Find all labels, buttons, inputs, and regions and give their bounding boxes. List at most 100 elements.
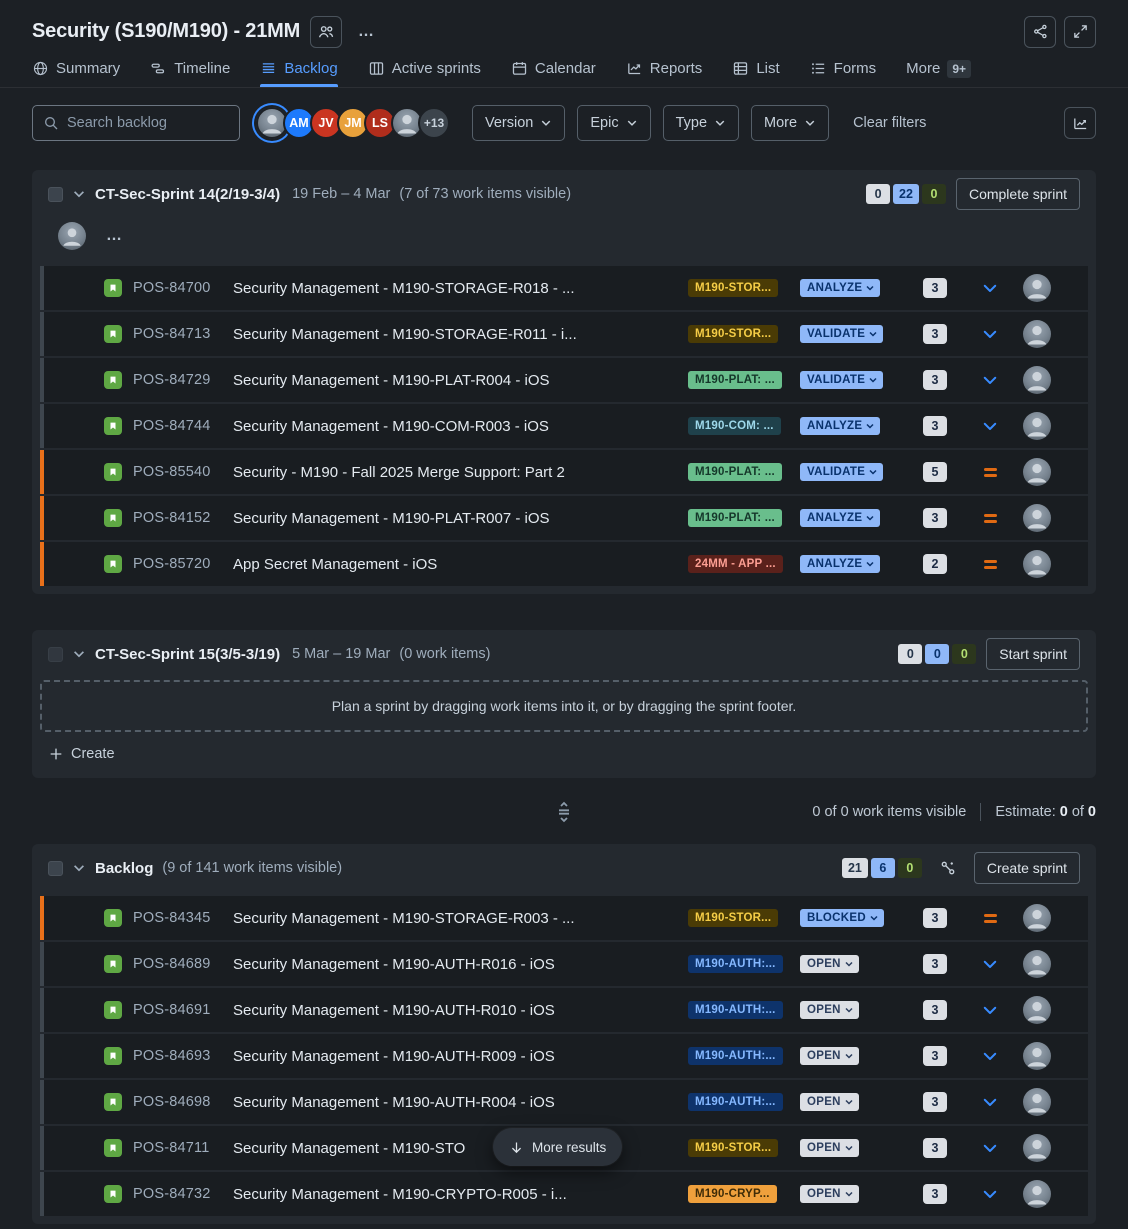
estimate-badge[interactable]: 3 xyxy=(923,1046,947,1066)
tab-list[interactable]: List xyxy=(732,50,779,87)
status-dropdown[interactable]: OPEN xyxy=(800,1047,859,1065)
type-filter-dropdown[interactable]: Type xyxy=(663,105,739,141)
complete-sprint-button[interactable]: Complete sprint xyxy=(956,178,1080,210)
status-dropdown[interactable]: ANALYZE xyxy=(800,417,880,435)
issue-summary[interactable]: Security Management - M190-PLAT-R007 - i… xyxy=(233,510,688,527)
assignee-avatar[interactable] xyxy=(1023,366,1051,394)
share-button[interactable] xyxy=(1024,16,1056,48)
backlog-collapse-chevron[interactable] xyxy=(72,861,86,875)
more-filter-dropdown[interactable]: More xyxy=(751,105,829,141)
sprint-15-collapse-chevron[interactable] xyxy=(72,647,86,661)
status-dropdown[interactable]: OPEN xyxy=(800,955,859,973)
status-dropdown[interactable]: ANALYZE xyxy=(800,509,880,527)
estimate-badge[interactable]: 3 xyxy=(923,370,947,390)
search-input[interactable] xyxy=(67,115,229,131)
epic-filter-dropdown[interactable]: Epic xyxy=(577,105,650,141)
start-sprint-button[interactable]: Start sprint xyxy=(986,638,1080,670)
create-issue-button[interactable]: Create xyxy=(32,732,1096,778)
issue-summary[interactable]: Security Management - M190-AUTH-R016 - i… xyxy=(233,956,688,973)
status-dropdown[interactable]: BLOCKED xyxy=(800,909,884,927)
assignee-avatar[interactable] xyxy=(1023,504,1051,532)
workflow-button[interactable] xyxy=(932,852,964,884)
sprint-assignee-avatar[interactable] xyxy=(58,222,86,250)
issue-summary[interactable]: Security - M190 - Fall 2025 Merge Suppor… xyxy=(233,464,688,481)
insights-button[interactable] xyxy=(1064,107,1096,139)
epic-tag[interactable]: M190-AUTH:... xyxy=(688,1047,783,1065)
estimate-badge[interactable]: 3 xyxy=(923,324,947,344)
estimate-badge[interactable]: 3 xyxy=(923,1092,947,1112)
issue-row[interactable]: POS-85720 App Secret Management - iOS 24… xyxy=(40,542,1088,586)
assignee-avatar[interactable] xyxy=(1023,274,1051,302)
status-dropdown[interactable]: ANALYZE xyxy=(800,279,880,297)
tab-active-sprints[interactable]: Active sprints xyxy=(368,50,481,87)
epic-tag[interactable]: M190-AUTH:... xyxy=(688,1001,783,1019)
estimate-badge[interactable]: 5 xyxy=(923,462,947,482)
tab-more[interactable]: More 9+ xyxy=(906,50,971,87)
sprint-name[interactable]: CT-Sec-Sprint 15(3/5-3/19) xyxy=(95,646,280,663)
estimate-badge[interactable]: 3 xyxy=(923,416,947,436)
assignee-avatar[interactable] xyxy=(1023,1180,1051,1208)
search-backlog-box[interactable] xyxy=(32,105,240,141)
people-button[interactable] xyxy=(310,16,342,48)
issue-row[interactable]: POS-85540 Security - M190 - Fall 2025 Me… xyxy=(40,450,1088,494)
tab-reports[interactable]: Reports xyxy=(626,50,703,87)
tab-calendar[interactable]: Calendar xyxy=(511,50,596,87)
clear-filters-button[interactable]: Clear filters xyxy=(853,115,926,131)
assignee-avatar[interactable] xyxy=(1023,1088,1051,1116)
assignee-more-button[interactable]: … xyxy=(100,227,129,245)
estimate-badge[interactable]: 3 xyxy=(923,508,947,528)
epic-tag[interactable]: M190-PLAT: ... xyxy=(688,463,782,481)
sprint-15-checkbox[interactable] xyxy=(48,647,63,662)
epic-tag[interactable]: M190-STOR... xyxy=(688,279,778,297)
issue-row[interactable]: POS-84691 Security Management - M190-AUT… xyxy=(40,988,1088,1032)
assignee-avatar[interactable] xyxy=(1023,904,1051,932)
backlog-checkbox[interactable] xyxy=(48,861,63,876)
issue-row[interactable]: POS-84732 Security Management - M190-CRY… xyxy=(40,1172,1088,1216)
assignee-avatar[interactable] xyxy=(1023,950,1051,978)
epic-tag[interactable]: 24MM - APP ... xyxy=(688,555,783,573)
issue-summary[interactable]: Security Management - M190-STORAGE-R018 … xyxy=(233,280,688,297)
epic-tag[interactable]: M190-AUTH:... xyxy=(688,955,783,973)
estimate-badge[interactable]: 3 xyxy=(923,1000,947,1020)
issue-row[interactable]: POS-84729 Security Management - M190-PLA… xyxy=(40,358,1088,402)
assignee-avatar[interactable] xyxy=(1023,1042,1051,1070)
status-dropdown[interactable]: VALIDATE xyxy=(800,463,883,481)
status-dropdown[interactable]: VALIDATE xyxy=(800,371,883,389)
issue-summary[interactable]: Security Management - M190-AUTH-R010 - i… xyxy=(233,1002,688,1019)
issue-summary[interactable]: Security Management - M190-AUTH-R009 - i… xyxy=(233,1048,688,1065)
estimate-badge[interactable]: 3 xyxy=(923,1138,947,1158)
assignee-avatar[interactable] xyxy=(1023,458,1051,486)
epic-tag[interactable]: M190-STOR... xyxy=(688,325,778,343)
avatar-overflow-count[interactable]: +13 xyxy=(418,107,450,139)
drag-handle-icon[interactable] xyxy=(555,801,573,823)
estimate-badge[interactable]: 2 xyxy=(923,554,947,574)
assignee-avatar[interactable] xyxy=(1023,412,1051,440)
assignee-avatar[interactable] xyxy=(1023,996,1051,1024)
issue-summary[interactable]: Security Management - M190-PLAT-R004 - i… xyxy=(233,372,688,389)
tab-forms[interactable]: Forms xyxy=(810,50,877,87)
epic-tag[interactable]: M190-AUTH:... xyxy=(688,1093,783,1111)
issue-summary[interactable]: Security Management - M190-STORAGE-R003 … xyxy=(233,910,688,927)
tab-summary[interactable]: Summary xyxy=(32,50,120,87)
sprint-drop-zone[interactable]: Plan a sprint by dragging work items int… xyxy=(40,680,1088,732)
estimate-badge[interactable]: 3 xyxy=(923,1184,947,1204)
tab-backlog[interactable]: Backlog xyxy=(260,50,337,87)
sprint-name[interactable]: CT-Sec-Sprint 14(2/19-3/4) xyxy=(95,186,280,203)
expand-button[interactable] xyxy=(1064,16,1096,48)
assignee-avatar[interactable] xyxy=(1023,1134,1051,1162)
issue-row[interactable]: POS-84693 Security Management - M190-AUT… xyxy=(40,1034,1088,1078)
status-dropdown[interactable]: ANALYZE xyxy=(800,555,880,573)
issue-row[interactable]: POS-84698 Security Management - M190-AUT… xyxy=(40,1080,1088,1124)
issue-summary[interactable]: Security Management - M190-STORAGE-R011 … xyxy=(233,326,688,343)
create-sprint-button[interactable]: Create sprint xyxy=(974,852,1080,884)
assignee-avatar[interactable] xyxy=(1023,550,1051,578)
epic-tag[interactable]: M190-PLAT: ... xyxy=(688,371,782,389)
issue-row[interactable]: POS-84700 Security Management - M190-STO… xyxy=(40,266,1088,310)
epic-tag[interactable]: M190-CRYP... xyxy=(688,1185,777,1203)
status-dropdown[interactable]: OPEN xyxy=(800,1001,859,1019)
issue-summary[interactable]: Security Management - M190-AUTH-R004 - i… xyxy=(233,1094,688,1111)
status-dropdown[interactable]: OPEN xyxy=(800,1093,859,1111)
status-dropdown[interactable]: OPEN xyxy=(800,1139,859,1157)
estimate-badge[interactable]: 3 xyxy=(923,954,947,974)
sprint-14-checkbox[interactable] xyxy=(48,187,63,202)
